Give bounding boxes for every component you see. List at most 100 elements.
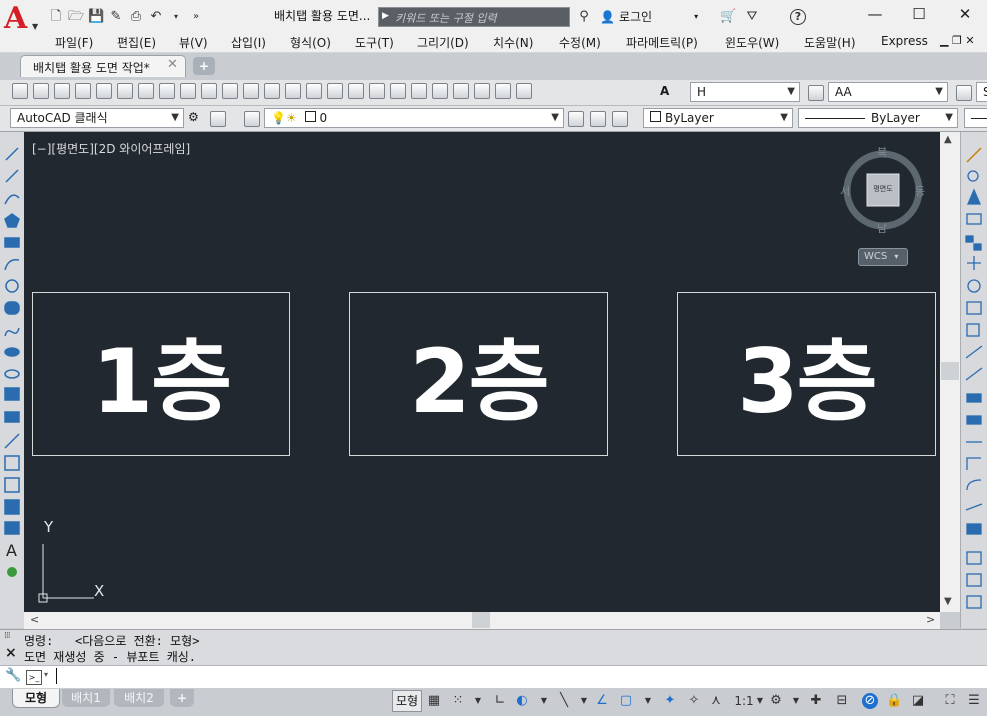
make-current-icon[interactable]: [568, 111, 584, 127]
annotation-scale-icon[interactable]: ⋏: [708, 693, 724, 709]
close-command-icon[interactable]: ×: [5, 645, 17, 661]
window-controls-icon[interactable]: ▁ ❐ ✕: [940, 34, 975, 47]
menu-window[interactable]: 윈도우(W): [725, 34, 779, 51]
search-input[interactable]: ▶ 키워드 또는 구절 입력: [378, 7, 570, 27]
draw-order-front-icon[interactable]: [966, 573, 982, 587]
save-as-icon[interactable]: ✎: [108, 9, 124, 25]
customize-icon[interactable]: 🔧: [5, 668, 21, 683]
layout-tab-model[interactable]: 모형: [12, 689, 60, 708]
workspace-select[interactable]: AutoCAD 클래식 ▼: [10, 108, 184, 128]
menu-format[interactable]: 형식(O): [290, 34, 331, 51]
polyline-icon[interactable]: [4, 194, 20, 205]
menu-file[interactable]: 파일(F): [55, 34, 93, 51]
menu-edit[interactable]: 편집(E): [117, 34, 156, 51]
point-icon[interactable]: [4, 433, 20, 449]
compass-east[interactable]: 동: [915, 183, 925, 199]
dim-style-icon[interactable]: [808, 85, 824, 101]
explode-icon[interactable]: [966, 523, 982, 535]
more-icon[interactable]: »: [188, 9, 204, 25]
undo-icon[interactable]: [264, 83, 280, 99]
draw-order-back-icon[interactable]: [966, 595, 982, 609]
binoculars-icon[interactable]: ⚲: [576, 9, 592, 25]
paste-icon[interactable]: [201, 83, 217, 99]
horizontal-scrollbar[interactable]: < >: [24, 612, 940, 629]
cart-icon[interactable]: 🛒: [720, 9, 736, 25]
polar-tracking-icon[interactable]: ◐: [514, 693, 530, 709]
scroll-left-icon[interactable]: <: [30, 613, 39, 626]
annotation-monitor-icon[interactable]: ✚: [808, 693, 824, 709]
arc-icon[interactable]: [4, 258, 20, 271]
new-file-icon[interactable]: 🗋: [48, 9, 64, 25]
wcs-menu[interactable]: WCS ▾: [858, 248, 908, 266]
plot-preview-icon[interactable]: [96, 83, 112, 99]
scroll-right-icon[interactable]: >: [926, 613, 935, 626]
menu-modify[interactable]: 수정(M): [559, 34, 601, 51]
auto-scale-icon[interactable]: ✧: [686, 693, 702, 709]
print-icon[interactable]: ⎙: [128, 9, 144, 25]
menu-draw[interactable]: 그리기(D): [417, 34, 469, 51]
horizontal-scroll-thumb[interactable]: [472, 612, 490, 628]
calculator-icon[interactable]: [495, 83, 511, 99]
workspace-switch-icon[interactable]: ⚙: [768, 693, 784, 709]
document-tab[interactable]: 배치탭 활용 도면 작업* ✕: [20, 55, 186, 77]
command-input[interactable]: [56, 668, 57, 684]
open-icon[interactable]: [33, 83, 49, 99]
maximize-button[interactable]: ☐: [897, 4, 941, 26]
pan-icon[interactable]: [306, 83, 322, 99]
table-icon[interactable]: [4, 521, 20, 535]
menu-tools[interactable]: 도구(T): [355, 34, 394, 51]
isolate-objects-icon[interactable]: ◪: [910, 693, 926, 709]
blend-curves-icon[interactable]: [965, 503, 983, 511]
chevron-down-icon[interactable]: ▼: [576, 693, 592, 709]
compass-south[interactable]: 남: [877, 220, 887, 236]
expand-icon[interactable]: ▶: [382, 11, 389, 21]
object-snap-icon[interactable]: ▢: [618, 693, 634, 709]
vertical-scrollbar[interactable]: ▲ ▼: [940, 132, 960, 612]
block-editor-icon[interactable]: [243, 83, 259, 99]
menu-dimension[interactable]: 치수(N): [493, 34, 533, 51]
drawing-canvas[interactable]: [−][평면도][2D 와이어프레임] 1층 2층 3층 북 남 동 서 평면도…: [24, 132, 940, 612]
snap-icon[interactable]: ⁙: [450, 693, 466, 709]
help-icon[interactable]: ?: [790, 9, 806, 25]
text-style-select[interactable]: H ▼: [690, 82, 800, 102]
scroll-up-icon[interactable]: ▲: [944, 134, 952, 145]
revision-cloud-icon[interactable]: [4, 301, 20, 315]
make-block-icon[interactable]: [4, 411, 20, 423]
zoom-previous-icon[interactable]: [369, 83, 385, 99]
floor-frame-3[interactable]: 3층: [677, 292, 936, 456]
minimize-button[interactable]: —: [853, 4, 897, 26]
dropdown-icon[interactable]: ▾: [168, 9, 184, 25]
units-icon[interactable]: ⊟: [834, 693, 850, 709]
rotate-icon[interactable]: [967, 279, 981, 293]
scroll-down-icon[interactable]: ▼: [944, 596, 952, 607]
menu-view[interactable]: 뷰(V): [179, 34, 208, 51]
ellipse-arc-icon[interactable]: [4, 369, 20, 379]
copy-object-icon[interactable]: [967, 170, 979, 182]
polygon-icon[interactable]: [4, 213, 20, 228]
close-button[interactable]: ✕: [943, 4, 987, 26]
ellipse-icon[interactable]: [4, 347, 20, 357]
close-tab-icon[interactable]: ✕: [167, 57, 178, 72]
scale-icon[interactable]: [966, 301, 982, 315]
spline-icon[interactable]: [4, 327, 20, 337]
workspace-settings-icon[interactable]: ⚙: [188, 110, 199, 124]
insert-block-icon[interactable]: [4, 387, 20, 401]
text-style-icon[interactable]: A: [660, 84, 669, 98]
exchange-icon[interactable]: ⛛: [744, 9, 760, 25]
array-icon-b[interactable]: [973, 243, 982, 251]
grip-icon[interactable]: ⁞⁞⁞: [4, 631, 11, 641]
linetype-select[interactable]: ByLayer ▼: [798, 108, 958, 128]
save-icon[interactable]: 💾: [88, 9, 104, 25]
menu-express[interactable]: Express: [881, 34, 928, 48]
lineweight-select[interactable]: [964, 108, 987, 128]
chevron-down-icon[interactable]: ▼: [752, 693, 768, 709]
chevron-down-icon[interactable]: ▼: [788, 693, 804, 709]
add-selected-icon[interactable]: [7, 567, 17, 577]
open-folder-icon[interactable]: 🗁: [68, 9, 84, 25]
command-prompt-icon[interactable]: >_: [26, 670, 42, 685]
chevron-down-icon[interactable]: ▼: [470, 693, 486, 709]
customize-icon[interactable]: [210, 111, 226, 127]
table-style-select[interactable]: S: [976, 82, 987, 102]
zoom-window-icon[interactable]: [348, 83, 364, 99]
save-icon[interactable]: [54, 83, 70, 99]
